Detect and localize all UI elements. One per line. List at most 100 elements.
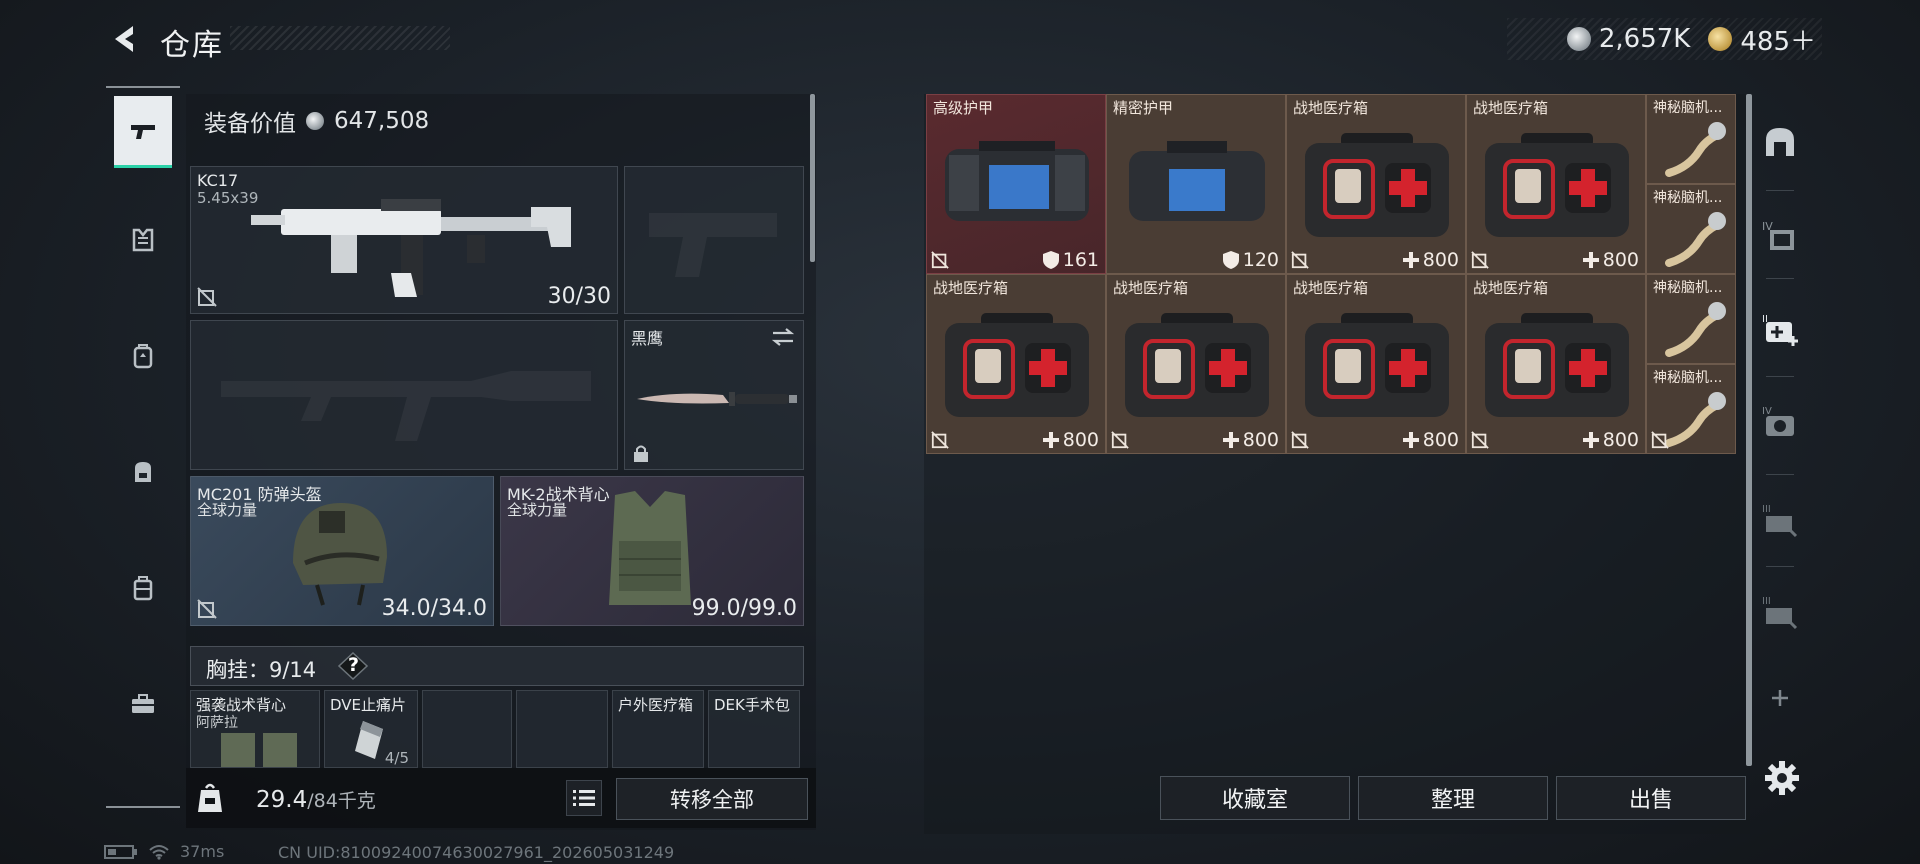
stash-scrollbar[interactable]: [1746, 94, 1752, 766]
chest-slot-1[interactable]: 强袭战术背心 阿萨拉: [190, 690, 320, 768]
stash-tab-add-medical[interactable]: II: [1758, 302, 1802, 358]
chest-slot-4[interactable]: [516, 690, 608, 768]
shield-icon: [1222, 251, 1239, 269]
secondary-primary-slot[interactable]: [190, 320, 618, 470]
heal-plus-icon: [1222, 432, 1239, 448]
storage-iv-camera-icon: IV: [1762, 406, 1794, 436]
gold-currency[interactable]: 485＋: [1708, 21, 1816, 58]
heal-plus-icon: [1042, 432, 1059, 448]
not-insured-icon: [1651, 431, 1669, 449]
armor-bag-image: [945, 141, 1089, 221]
helmet-slot[interactable]: MC201 防弹头盔 全球力量 34.0/34.0: [190, 476, 494, 626]
vest-brand: 全球力量: [507, 501, 568, 519]
category-backpack[interactable]: [114, 320, 172, 392]
transfer-all-button[interactable]: 转移全部: [616, 778, 808, 820]
stash-tab-4b[interactable]: IV: [1758, 394, 1802, 450]
chest-slot-5-name: 户外医疗箱: [618, 696, 694, 714]
not-insured-icon: [1291, 251, 1309, 269]
stash-tab-4[interactable]: IV: [1758, 208, 1802, 264]
medical-storage-icon: II: [1762, 314, 1798, 346]
currency-display: 2,657K 485＋: [1506, 18, 1822, 60]
stash-tab-3b[interactable]: III: [1758, 584, 1802, 640]
category-case[interactable]: [114, 552, 172, 624]
stash-item-medkit-4[interactable]: 战地医疗箱 800: [1106, 274, 1286, 454]
not-insured-icon: [197, 287, 217, 307]
category-toolbox[interactable]: [114, 668, 172, 740]
item-value: 800: [1042, 429, 1099, 451]
stash-grid: 高级护甲 161 精密护甲 120 战地医疗箱 800 战地医疗箱 800 神秘…: [926, 94, 1738, 454]
help-text: ?: [348, 654, 360, 676]
armor-icon: [132, 228, 154, 252]
category-weapons[interactable]: [114, 96, 172, 168]
add-stash-tab-button[interactable]: [1758, 670, 1802, 726]
ping-value: 37ms: [180, 842, 225, 861]
melee-slot[interactable]: 黑鹰: [624, 320, 804, 470]
helmet-image: [293, 503, 387, 606]
equipment-value-label: 装备价值: [204, 111, 296, 137]
primary-weapon-slot[interactable]: KC17 5.45x39 30/30: [190, 166, 618, 314]
item-value: 800: [1402, 429, 1459, 451]
stash-item-medkit-3[interactable]: 战地医疗箱 800: [926, 274, 1106, 454]
item-heal-value: 800: [1422, 249, 1459, 271]
chest-slot-3[interactable]: [422, 690, 512, 768]
svg-text:IV: IV: [1762, 406, 1772, 417]
svg-text:III: III: [1762, 504, 1771, 515]
stash-item-armor-precision[interactable]: 精密护甲 120: [1106, 94, 1286, 274]
swap-icon[interactable]: [771, 327, 795, 347]
item-name: 精密护甲: [1113, 99, 1174, 117]
item-name: 神秘脑机...: [1653, 370, 1723, 386]
rifle-placeholder-icon: [221, 371, 591, 441]
back-button[interactable]: [104, 18, 144, 60]
item-heal-value: 800: [1422, 429, 1459, 451]
vest-slot[interactable]: MK-2战术背心 全球力量 99.0/99.0: [500, 476, 804, 626]
chest-slot-6[interactable]: DEK手术包: [708, 690, 800, 768]
stash-item-brain-3[interactable]: 神秘脑机...: [1646, 274, 1736, 364]
equipment-scrollbar[interactable]: [810, 94, 815, 262]
vest-durability: 99.0/99.0: [691, 596, 797, 621]
rail-separator: [1766, 474, 1794, 475]
stash-item-armor-advanced[interactable]: 高级护甲 161: [926, 94, 1106, 274]
item-value: 800: [1582, 249, 1639, 271]
item-value: 800: [1402, 249, 1459, 271]
settings-button[interactable]: [1762, 758, 1802, 798]
item-heal-value: 800: [1062, 429, 1099, 451]
chest-slot-5[interactable]: 户外医疗箱: [612, 690, 704, 768]
not-insured-icon: [1111, 431, 1129, 449]
sell-button[interactable]: 出售: [1556, 776, 1746, 820]
secondary-weapon-slot[interactable]: [624, 166, 804, 314]
brain-device-image: [1665, 392, 1726, 447]
plus-icon: [1772, 690, 1788, 706]
stash-tab-3[interactable]: III: [1758, 492, 1802, 548]
gear-icon: [1765, 761, 1799, 795]
category-bag[interactable]: [114, 436, 172, 508]
stash-item-medkit-2[interactable]: 战地医疗箱 800: [1466, 94, 1646, 274]
category-armor[interactable]: [114, 204, 172, 276]
chest-slot-2[interactable]: DVE止痛片 4/5: [324, 690, 418, 768]
case-icon: [133, 576, 153, 601]
not-insured-icon: [931, 431, 949, 449]
weight-current: 29.4: [256, 787, 308, 813]
list-view-button[interactable]: [566, 780, 602, 816]
weapon-name: KC17: [197, 171, 239, 190]
collection-room-button[interactable]: 收藏室: [1160, 776, 1350, 820]
stash-item-brain-2[interactable]: 神秘脑机...: [1646, 184, 1736, 274]
chest-slot-2-name: DVE止痛片: [330, 696, 407, 714]
not-insured-icon: [1471, 251, 1489, 269]
sort-button[interactable]: 整理: [1358, 776, 1548, 820]
item-armor-value: 120: [1242, 249, 1279, 271]
silver-coin-icon: [1566, 27, 1591, 51]
heal-plus-icon: [1402, 432, 1419, 448]
stash-item-brain-4[interactable]: 神秘脑机...: [1646, 364, 1736, 454]
chest-slot-2-count: 4/5: [384, 749, 409, 767]
item-heal-value: 800: [1242, 429, 1279, 451]
stash-item-medkit-6[interactable]: 战地医疗箱 800: [1466, 274, 1646, 454]
silver-currency[interactable]: 2,657K: [1566, 24, 1690, 54]
stash-item-brain-1[interactable]: 神秘脑机...: [1646, 94, 1736, 184]
stash-item-medkit-1[interactable]: 战地医疗箱 800: [1286, 94, 1466, 274]
item-name: 战地医疗箱: [1293, 99, 1369, 117]
stash-tab-main[interactable]: [1758, 114, 1802, 170]
stash-item-medkit-5[interactable]: 战地医疗箱 800: [1286, 274, 1466, 454]
first-aid-kit-image: [1305, 133, 1449, 237]
chest-rig-help-button[interactable]: ?: [337, 651, 369, 681]
not-insured-icon: [1291, 431, 1309, 449]
